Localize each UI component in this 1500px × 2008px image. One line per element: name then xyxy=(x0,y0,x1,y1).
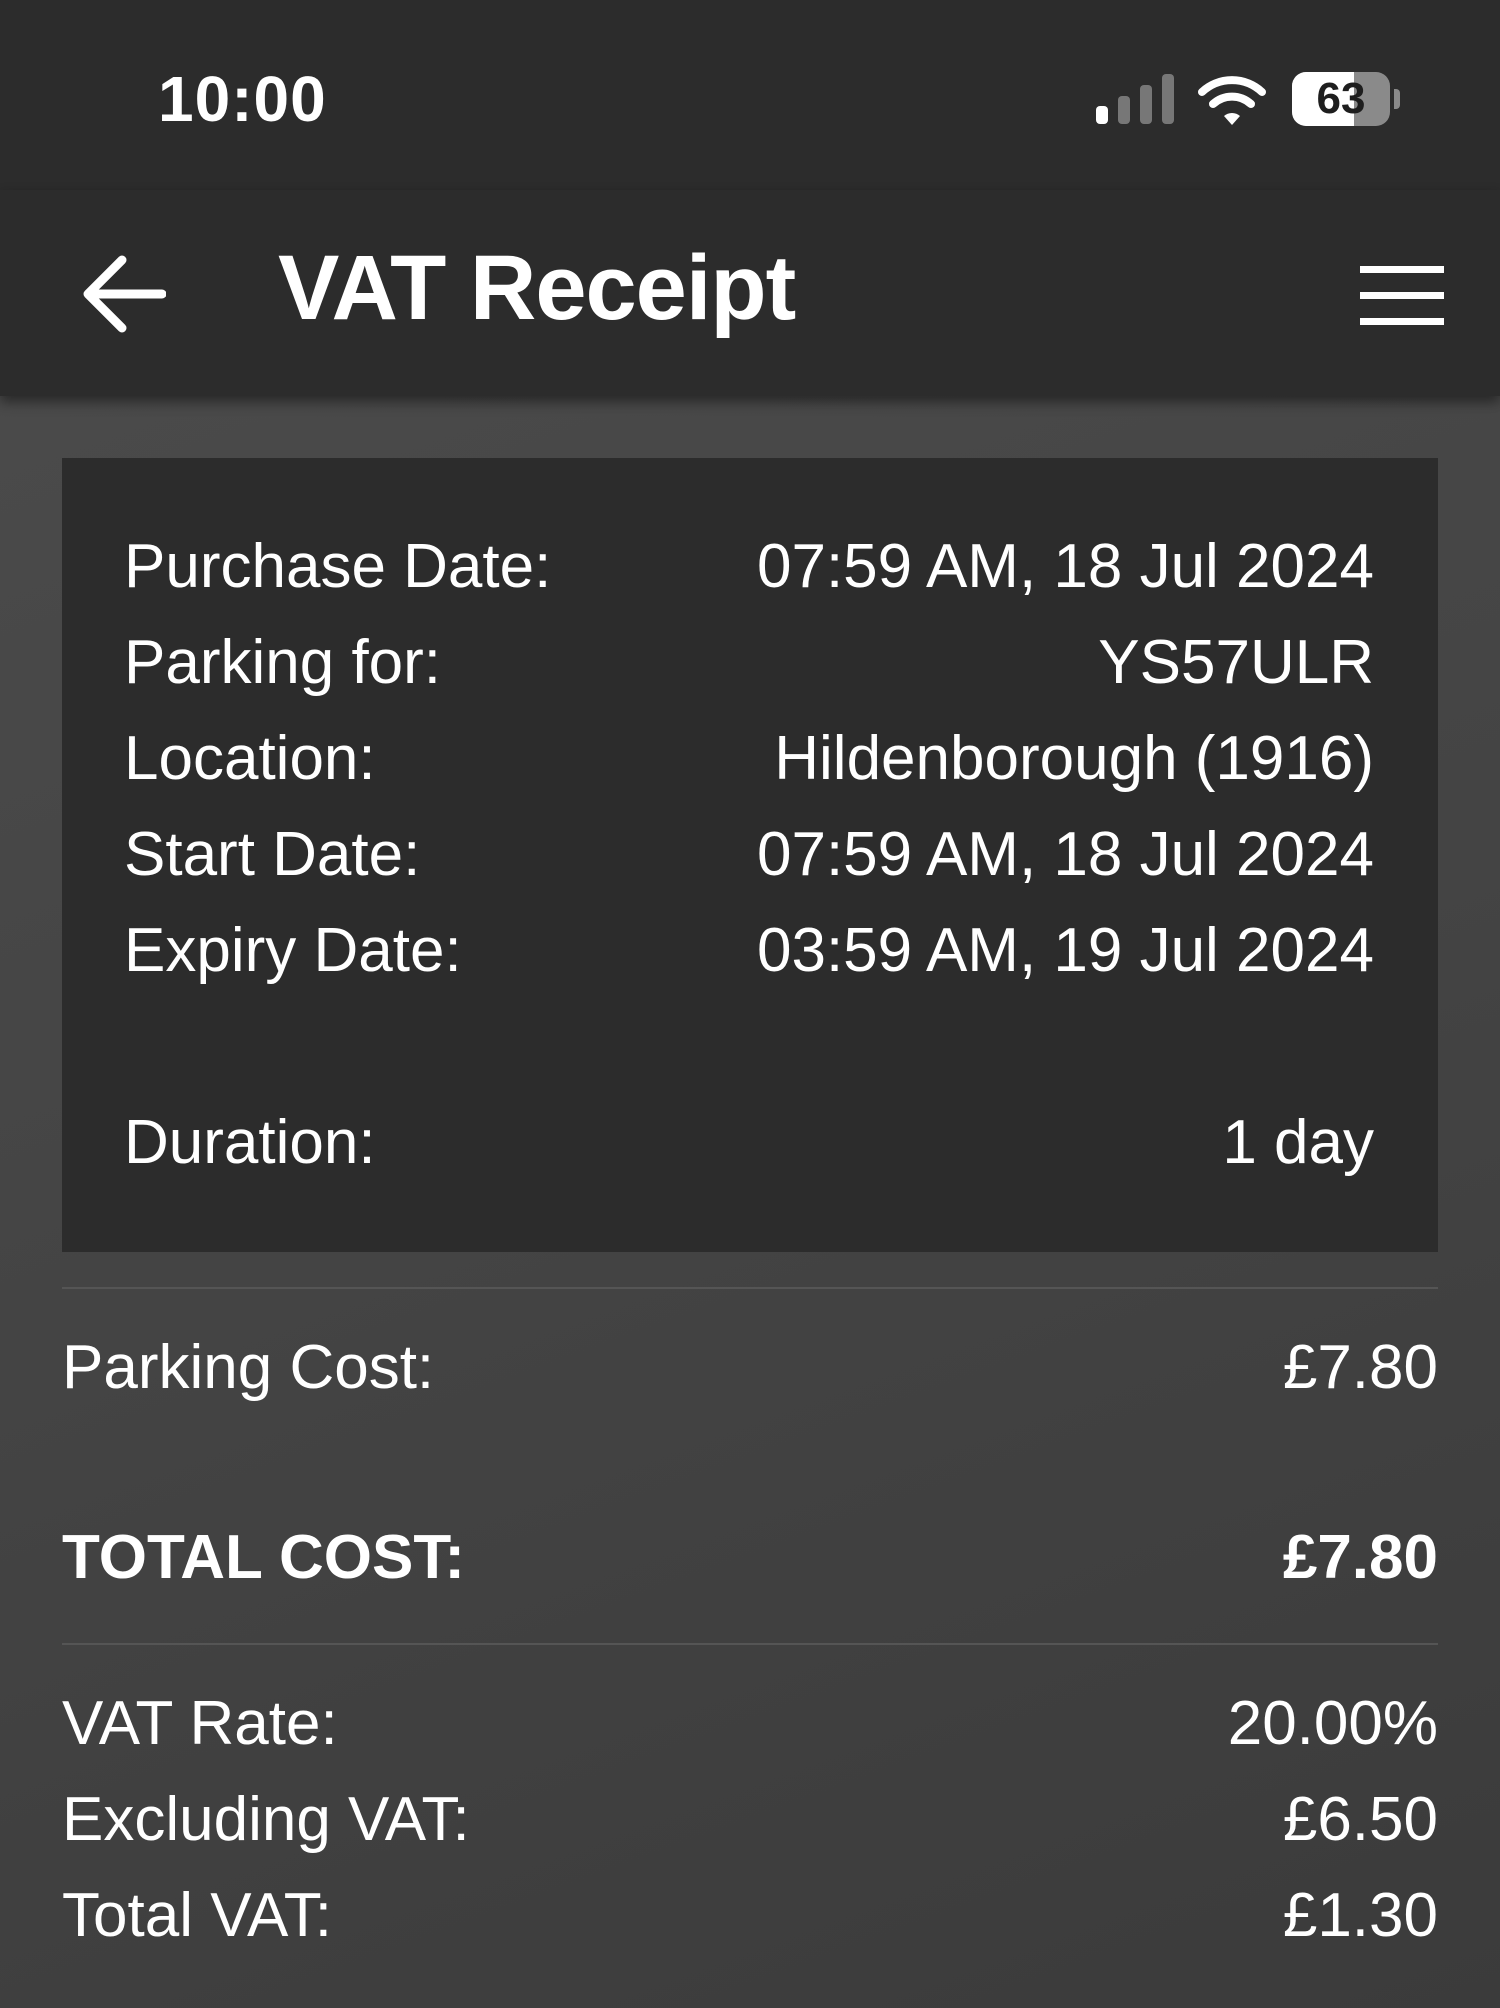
vat-rate-row: VAT Rate: 20.00% xyxy=(62,1684,1438,1764)
back-button[interactable] xyxy=(70,240,180,350)
menu-button[interactable] xyxy=(1348,246,1448,346)
app-bar: VAT Receipt xyxy=(0,190,1500,396)
parking-for-row: Parking for: YS57ULR xyxy=(124,623,1374,703)
duration-row: Duration: 1 day xyxy=(124,1103,1374,1183)
detail-label: Location: xyxy=(124,724,376,793)
detail-value: YS57ULR xyxy=(1098,628,1374,697)
page-title: VAT Receipt xyxy=(278,237,796,339)
detail-label: Purchase Date: xyxy=(124,532,552,601)
total-cost-value: £7.80 xyxy=(1282,1523,1438,1592)
parking-cost-label: Parking Cost: xyxy=(62,1333,435,1402)
divider xyxy=(62,1287,1438,1289)
parking-cost-value: £7.80 xyxy=(1282,1333,1438,1402)
vat-rate-label: VAT Rate: xyxy=(62,1689,338,1758)
expiry-date-row: Expiry Date: 03:59 AM, 19 Jul 2024 xyxy=(124,911,1374,991)
total-vat-label: Total VAT: xyxy=(62,1881,332,1950)
detail-label: Start Date: xyxy=(124,820,421,889)
location-row: Location: Hildenborough (1916) xyxy=(124,719,1374,799)
parking-details-card: Purchase Date: 07:59 AM, 18 Jul 2024 Par… xyxy=(62,458,1438,1252)
cellular-signal-icon xyxy=(1096,74,1174,124)
excluding-vat-value: £6.50 xyxy=(1282,1785,1438,1854)
total-vat-value: £1.30 xyxy=(1282,1881,1438,1950)
detail-label: Expiry Date: xyxy=(124,916,462,985)
battery-body: 63 xyxy=(1292,72,1390,126)
receipt-content: Purchase Date: 07:59 AM, 18 Jul 2024 Par… xyxy=(0,396,1500,2008)
arrow-left-icon xyxy=(83,255,166,333)
detail-value: 07:59 AM, 18 Jul 2024 xyxy=(756,532,1374,601)
detail-label: Parking for: xyxy=(124,628,442,697)
divider xyxy=(62,1643,1438,1645)
battery-icon: 63 xyxy=(1292,72,1402,126)
start-date-row: Start Date: 07:59 AM, 18 Jul 2024 xyxy=(124,815,1374,895)
detail-value: Hildenborough (1916) xyxy=(774,724,1374,793)
excluding-vat-row: Excluding VAT: £6.50 xyxy=(62,1780,1438,1860)
total-cost-label: TOTAL COST: xyxy=(62,1523,465,1592)
hamburger-menu-icon xyxy=(1360,266,1444,325)
status-time: 10:00 xyxy=(158,63,327,135)
detail-value: 07:59 AM, 18 Jul 2024 xyxy=(756,820,1374,889)
detail-value: 03:59 AM, 19 Jul 2024 xyxy=(756,916,1374,985)
battery-tip xyxy=(1394,89,1400,109)
battery-level: 63 xyxy=(1316,74,1366,123)
total-cost-row: TOTAL COST: £7.80 xyxy=(62,1518,1438,1598)
vat-rate-value: 20.00% xyxy=(1227,1689,1438,1758)
parking-cost-row: Parking Cost: £7.80 xyxy=(62,1328,1438,1408)
total-vat-row: Total VAT: £1.30 xyxy=(62,1876,1438,1956)
excluding-vat-label: Excluding VAT: xyxy=(62,1785,470,1854)
status-bar: 10:00 63 xyxy=(0,0,1500,190)
detail-label: Duration: xyxy=(124,1108,376,1177)
purchase-date-row: Purchase Date: 07:59 AM, 18 Jul 2024 xyxy=(124,527,1374,607)
wifi-icon xyxy=(1198,76,1266,125)
detail-value: 1 day xyxy=(1222,1108,1374,1177)
